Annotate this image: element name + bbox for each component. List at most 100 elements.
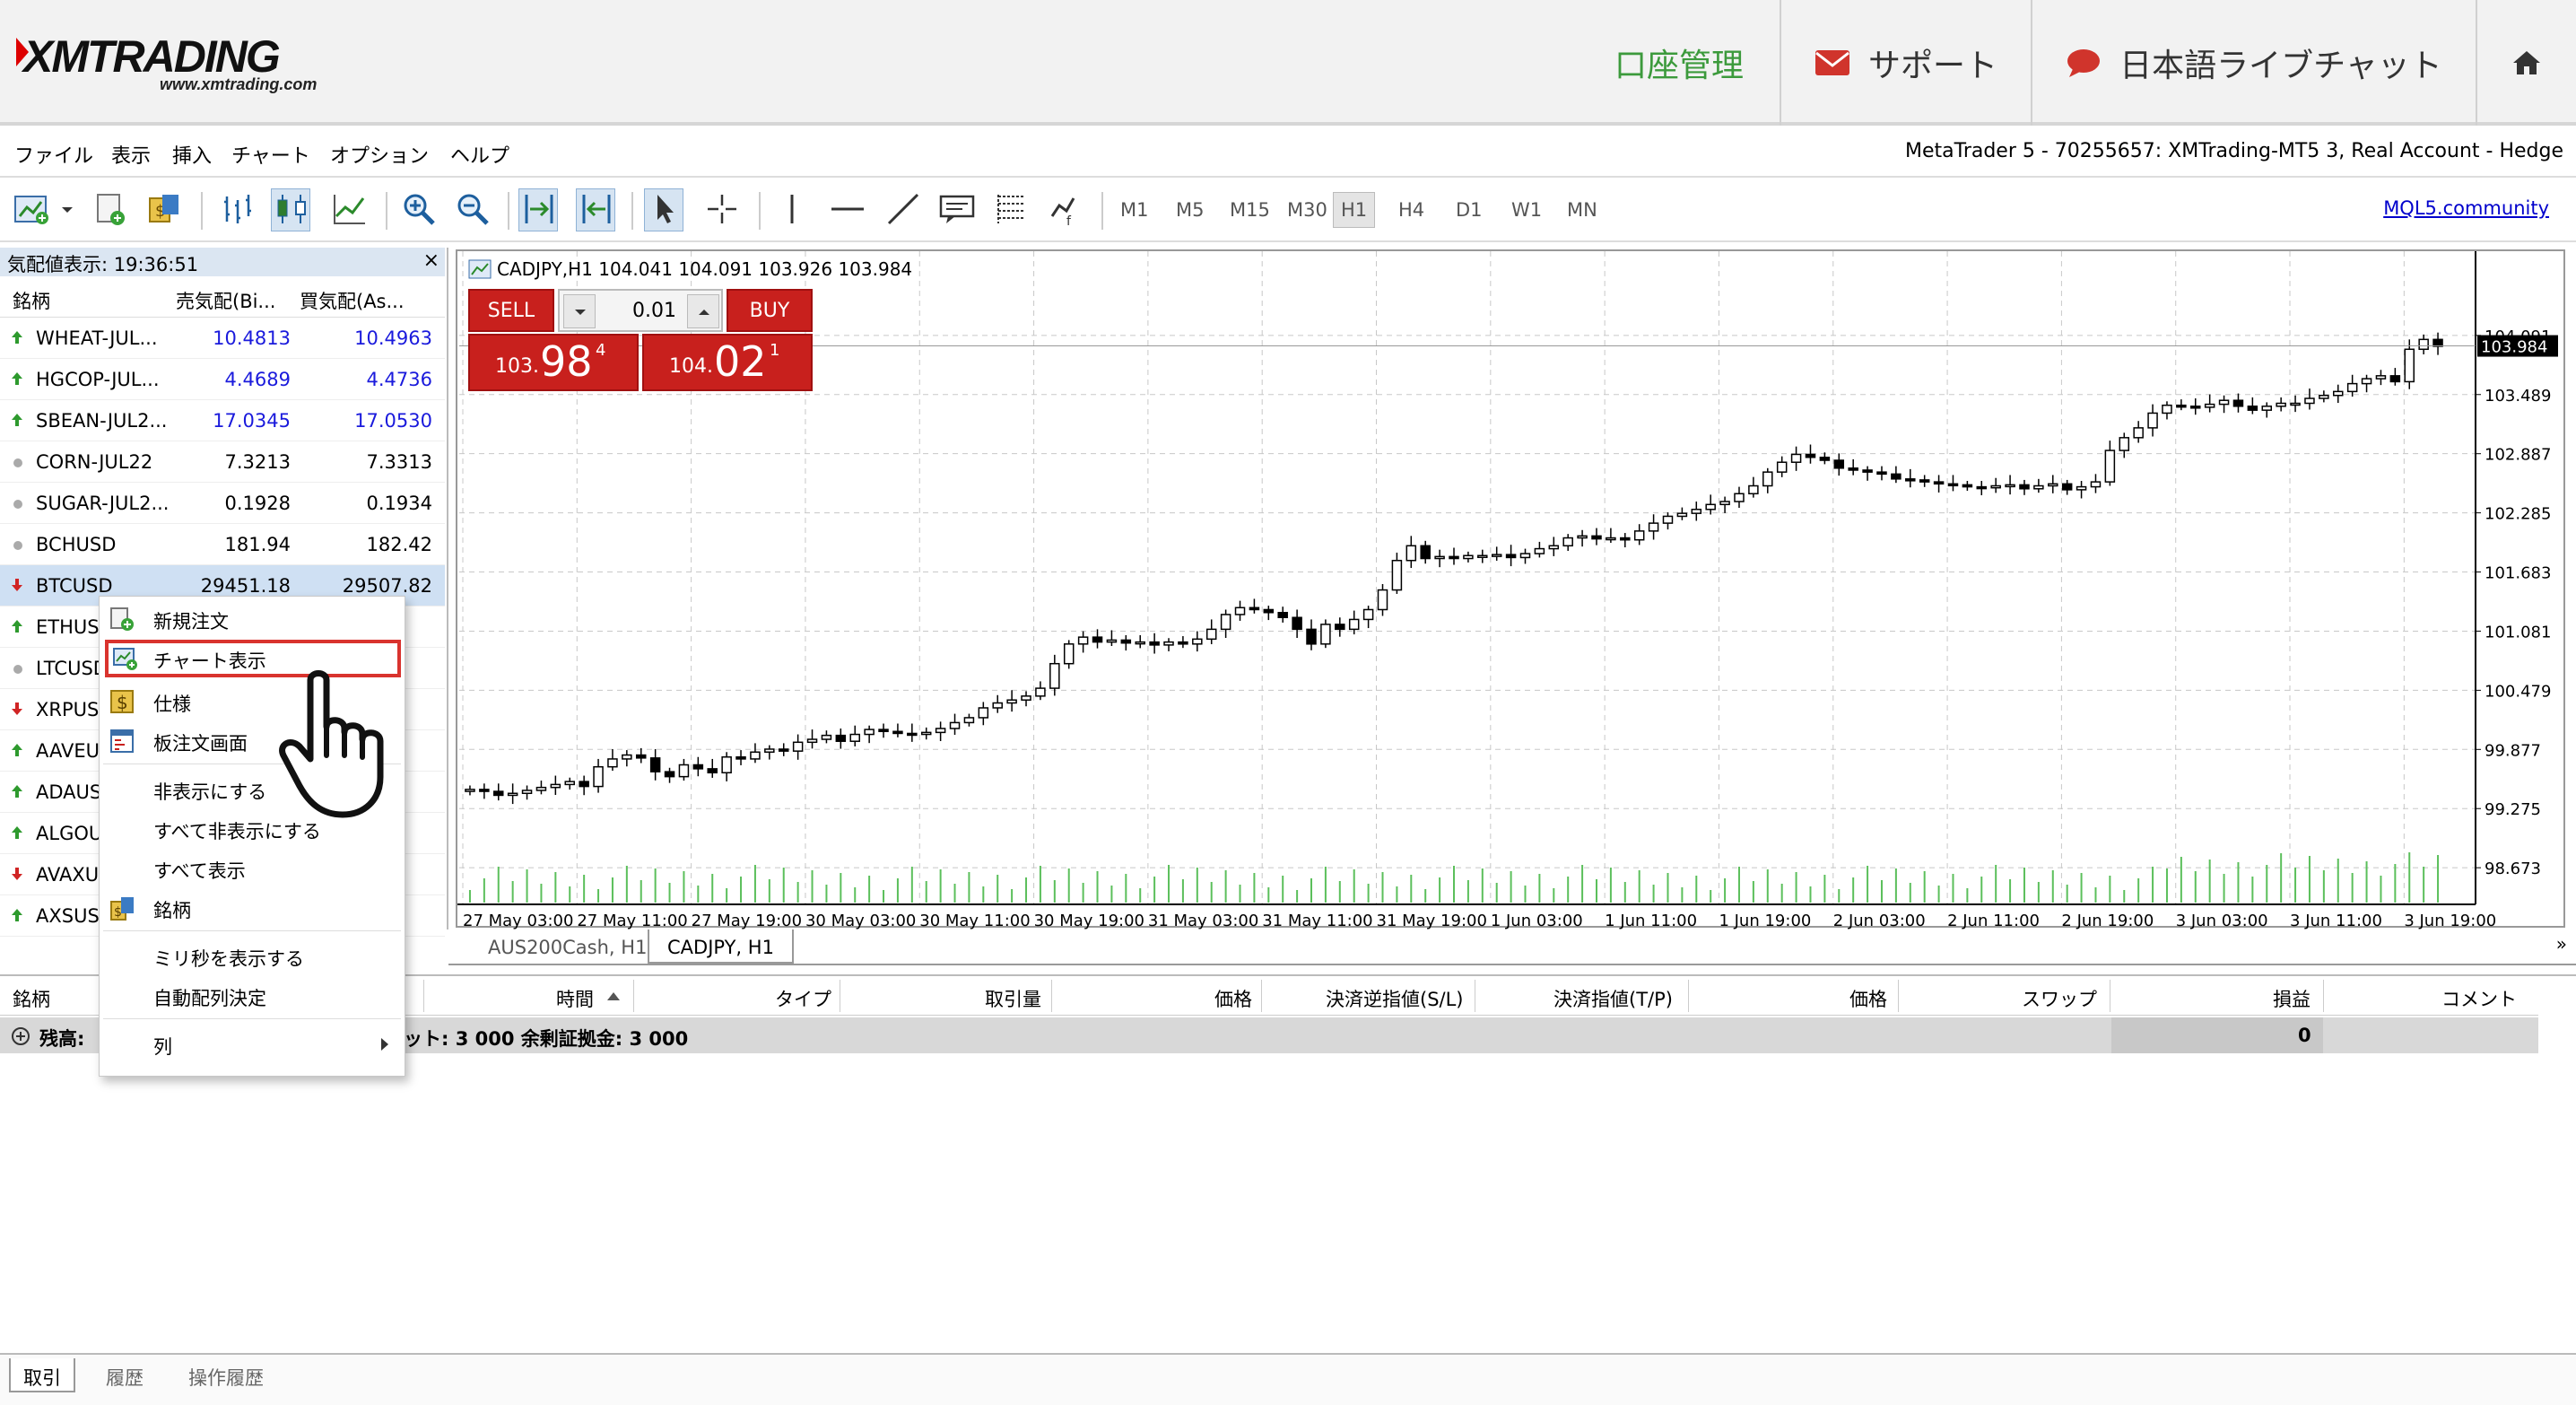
timeframe-d1[interactable]: D1 [1448, 192, 1491, 228]
xmtrading-logo[interactable]: XMTRADING www.xmtrading.com [16, 31, 321, 99]
menu-item-show-all[interactable]: すべて表示 [100, 850, 405, 887]
sell-price-big: 98 [540, 337, 593, 386]
expand-plus-icon[interactable] [11, 1026, 30, 1046]
menu-item-symbols[interactable]: $ 銘柄 [100, 889, 405, 927]
timeframe-m30[interactable]: M30 [1279, 192, 1336, 228]
menu-view[interactable]: 表示 [111, 140, 151, 169]
column-comment[interactable]: コメント [2441, 985, 2517, 1012]
nav-support[interactable]: サポート [1780, 0, 2031, 126]
candle-body [1734, 493, 1745, 502]
nav-live-chat[interactable]: 日本語ライブチャット [2031, 0, 2476, 126]
chart-shift-icon[interactable] [576, 188, 615, 231]
menu-insert[interactable]: 挿入 [172, 140, 212, 169]
sell-button[interactable]: SELL [468, 289, 554, 332]
market-watch-row[interactable]: CORN-JUL22 7.3213 7.3313 [0, 441, 445, 483]
timeframe-h1[interactable]: H1 [1333, 192, 1376, 228]
tab-chart-aus200[interactable]: AUS200Cash, H1 [470, 929, 665, 964]
tab-trade[interactable]: 取引 [9, 1358, 75, 1392]
menu-item-show-milliseconds[interactable]: ミリ秒を表示する [100, 938, 405, 975]
nav-account-management[interactable]: 口座管理 [1579, 0, 1780, 126]
bar-chart-mode-icon[interactable] [217, 188, 257, 231]
column-swap[interactable]: スワップ [2022, 985, 2097, 1012]
menu-options[interactable]: オプション [330, 140, 429, 169]
column-ask[interactable]: 買気配(As... [300, 287, 405, 314]
symbol-name: XRPUS [36, 699, 100, 720]
line-chart-mode-icon[interactable] [328, 188, 368, 231]
column-current-price[interactable]: 価格 [1849, 985, 1887, 1012]
candle-body [2104, 449, 2116, 483]
menu-item-label: ミリ秒を表示する [153, 948, 304, 970]
mql5-community-link[interactable]: MQL5.community [2383, 197, 2549, 219]
candle-body [692, 764, 704, 770]
buy-button[interactable]: BUY [727, 289, 813, 332]
candle-body [849, 733, 860, 742]
timeframe-h4[interactable]: H4 [1390, 192, 1432, 228]
indicators-icon[interactable]: f [1046, 188, 1085, 231]
candle-body [2290, 402, 2301, 406]
auto-scroll-icon[interactable] [518, 188, 558, 231]
candle-body [1077, 636, 1089, 645]
zoom-out-icon[interactable] [452, 188, 492, 231]
up-arrow-icon [12, 785, 22, 798]
symbol-name: ADAUS [36, 781, 102, 803]
fibonacci-icon[interactable] [990, 188, 1030, 231]
cursor-icon[interactable] [644, 188, 683, 231]
horizontal-line-icon[interactable] [827, 188, 866, 231]
column-symbol[interactable]: 銘柄 [13, 287, 50, 314]
lot-size-value[interactable]: 0.01 [614, 300, 676, 322]
column-type[interactable]: タイプ [775, 985, 831, 1012]
menu-file[interactable]: ファイル [14, 140, 93, 169]
sell-price[interactable]: 103. 98 4 [468, 334, 639, 391]
symbol-name: WHEAT-JUL... [36, 327, 158, 349]
time-tick-label: 31 May 03:00 [1148, 912, 1258, 929]
tab-history[interactable]: 履歴 [93, 1358, 156, 1392]
market-watch-row[interactable]: HGCOP-JUL... 4.4689 4.4736 [0, 359, 445, 400]
algo-trading-icon[interactable]: $ [144, 188, 183, 231]
menu-item-columns[interactable]: 列 [100, 1025, 405, 1063]
text-label-icon[interactable] [936, 188, 976, 231]
trend-line-icon[interactable] [883, 188, 922, 231]
column-time[interactable]: 時間 [556, 985, 594, 1012]
vertical-line-icon[interactable] [771, 188, 811, 231]
timeframe-w1[interactable]: W1 [1503, 192, 1550, 228]
new-chart-button[interactable] [11, 188, 74, 231]
column-take-profit[interactable]: 決済指値(T/P) [1553, 985, 1673, 1012]
lot-decrease-button[interactable] [563, 294, 596, 328]
market-watch-row[interactable]: SUGAR-JUL2... 0.1928 0.1934 [0, 483, 445, 524]
new-order-icon [110, 607, 134, 631]
column-stop-loss[interactable]: 決済逆指値(S/L) [1326, 985, 1464, 1012]
column-volume[interactable]: 取引量 [985, 985, 1041, 1012]
column-profit[interactable]: 損益 [2273, 985, 2311, 1012]
crosshair-icon[interactable] [701, 188, 741, 231]
buy-price[interactable]: 104. 02 1 [642, 334, 813, 391]
candlestick-mode-icon[interactable] [271, 188, 310, 231]
market-watch-row[interactable]: WHEAT-JUL... 10.4813 10.4963 [0, 318, 445, 359]
menu-item-new-order[interactable]: 新規注文 [100, 600, 405, 638]
tab-chart-cadjpy[interactable]: CADJPY, H1 [648, 929, 794, 964]
column-bid[interactable]: 売気配(Bi... [176, 287, 275, 314]
lot-increase-button[interactable] [687, 294, 719, 328]
ask-price: 10.4963 [354, 327, 432, 349]
candle-body [1249, 607, 1260, 611]
tabs-scroll-icon[interactable]: » [2556, 933, 2567, 955]
menu-chart[interactable]: チャート [231, 140, 310, 169]
new-profile-icon[interactable] [90, 188, 129, 231]
timeframe-mn[interactable]: MN [1559, 192, 1606, 228]
market-watch-row[interactable]: BCHUSD 181.94 182.42 [0, 524, 445, 565]
market-watch-row[interactable]: SBEAN-JUL2... 17.0345 17.0530 [0, 400, 445, 441]
candle-body [935, 728, 946, 734]
lot-size-field[interactable]: 0.01 [558, 289, 723, 332]
timeframe-m15[interactable]: M15 [1222, 192, 1278, 228]
timeframe-m1[interactable]: M1 [1112, 192, 1156, 228]
menu-item-auto-arrange[interactable]: 自動配列決定 [100, 977, 405, 1015]
zoom-in-icon[interactable] [398, 188, 438, 231]
tab-journal[interactable]: 操作履歴 [176, 1358, 276, 1392]
neutral-dot-icon [13, 665, 22, 674]
column-symbol[interactable]: 銘柄 [13, 985, 50, 1012]
close-icon[interactable]: × [423, 249, 439, 272]
timeframe-m5[interactable]: M5 [1168, 192, 1212, 228]
column-price[interactable]: 価格 [1214, 985, 1252, 1012]
menu-help[interactable]: ヘルプ [450, 140, 509, 169]
candle-body [1362, 608, 1374, 621]
nav-home[interactable] [2476, 0, 2576, 126]
